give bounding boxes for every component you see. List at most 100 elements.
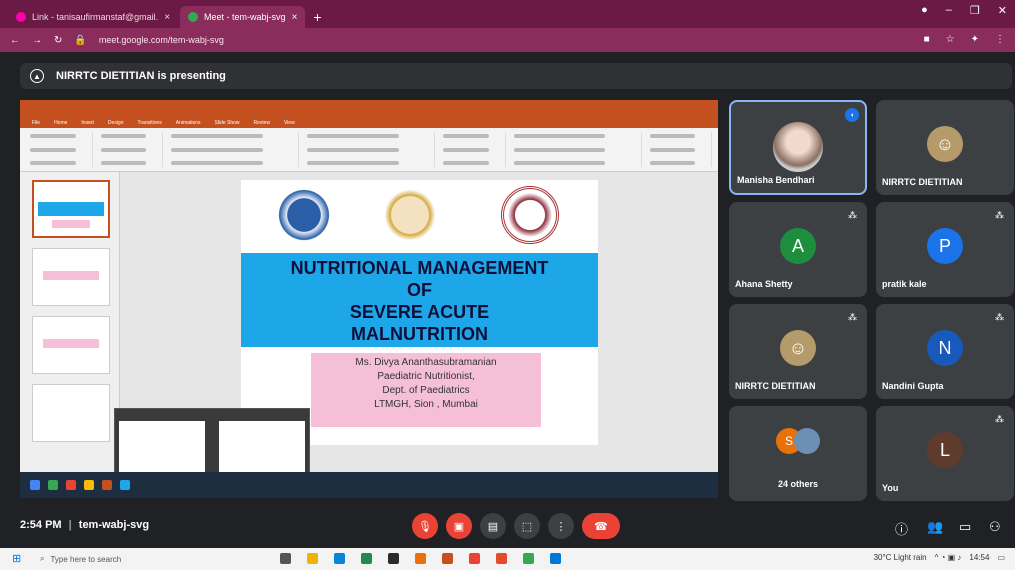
more-options-button[interactable]: ⋮ — [548, 513, 574, 539]
meeting-code: tem-wabj-svg — [78, 519, 150, 531]
meet-favicon-icon — [188, 12, 199, 22]
forward-icon[interactable]: → — [32, 35, 42, 46]
captions-button[interactable]: ▤ — [480, 513, 506, 539]
participant-photo — [773, 122, 823, 172]
speaking-indicator-icon: ◖ — [845, 108, 859, 122]
system-tray: 30°C Light rain ^ ◔ ▣ ♪ 14:54 ▭ — [874, 553, 1005, 562]
participant-tile[interactable]: N ⁂ Nandini Gupta — [876, 304, 1014, 399]
weather-text[interactable]: 30°C Light rain — [874, 553, 927, 562]
ppt-ribbon — [20, 128, 718, 172]
window-preview[interactable] — [119, 421, 205, 477]
slide-title: NUTRITIONAL MANAGEMENT OF SEVERE ACUTE M… — [241, 253, 598, 347]
participant-name: Nandini Gupta — [882, 381, 944, 391]
task-view-icon[interactable] — [280, 553, 291, 564]
participant-avatar: N — [927, 330, 963, 366]
mic-off-icon: ⁂ — [995, 210, 1004, 220]
shared-screen: File Home Insert Design Transitions Animation… — [20, 100, 718, 498]
clock[interactable]: 14:54 — [969, 553, 989, 562]
profile-icon[interactable]: ● — [921, 4, 928, 17]
tab-label: Meet - tem-wabj-svg — [204, 12, 286, 22]
star-icon[interactable]: ☆ — [946, 34, 955, 45]
participant-tile[interactable]: ☺ NIRRTC DIETITIAN — [876, 100, 1014, 195]
minimize-button[interactable]: – — [946, 4, 952, 17]
tab-close-icon[interactable]: × — [292, 12, 298, 23]
participant-name: 24 others — [777, 479, 819, 489]
participant-tile[interactable]: P ⁂ pratik kale — [876, 202, 1014, 297]
slide-thumbnail[interactable] — [32, 248, 110, 306]
participant-tile[interactable]: ◖ Manisha Bendhari — [729, 100, 867, 195]
participant-name: Manisha Bendhari — [737, 175, 815, 185]
people-icon[interactable]: 👥 — [927, 519, 943, 535]
camera-toggle-button[interactable]: ▣ — [446, 513, 472, 539]
info-icon[interactable]: ⓘ — [895, 519, 908, 538]
app-icon[interactable] — [388, 553, 399, 564]
camera-icon[interactable]: ■ — [924, 34, 930, 45]
participant-avatar: P — [927, 228, 963, 264]
leave-call-button[interactable]: ☎ — [582, 513, 620, 539]
browser-tab-link[interactable]: Link - tanisaufirmanstaf@gmail. × — [8, 6, 178, 28]
search-placeholder: Type here to search — [50, 554, 122, 564]
powerpoint-icon[interactable] — [442, 553, 453, 564]
mic-off-icon: ⁂ — [995, 414, 1004, 424]
app-icon[interactable] — [496, 553, 507, 564]
institute-logo-icon — [275, 186, 333, 244]
shared-taskbar — [20, 472, 718, 498]
taskbar-search[interactable]: ⌕ Type here to search — [40, 551, 240, 567]
current-slide: NUTRITIONAL MANAGEMENT OF SEVERE ACUTE M… — [241, 180, 598, 445]
windows-start-icon[interactable]: ⊞ — [12, 552, 21, 565]
others-tile[interactable]: S 24 others — [729, 406, 867, 501]
chrome-icon[interactable] — [523, 553, 534, 564]
present-button[interactable]: ⬚ — [514, 513, 540, 539]
taskbar-preview-popup[interactable] — [114, 408, 310, 482]
extension-icons: ■ ☆ ✦ ⋮ — [924, 34, 1005, 45]
mic-toggle-button[interactable]: 🎙 — [412, 513, 438, 539]
meeting-time: 2:54 PM — [20, 519, 62, 531]
presenter-info: Ms. Divya Ananthasubramanian Paediatric … — [311, 353, 541, 427]
child-nutrition-logo-icon — [381, 186, 439, 244]
presenting-banner: ▲ NIRRTC DIETITIAN is presenting — [20, 63, 1012, 89]
menu-icon[interactable]: ⋮ — [995, 34, 1005, 45]
browser-tab-meet[interactable]: Meet - tem-wabj-svg × — [180, 6, 306, 28]
participant-name: pratik kale — [882, 279, 927, 289]
new-tab-button[interactable]: + — [313, 6, 321, 28]
store-icon[interactable] — [361, 553, 372, 564]
app-icon[interactable] — [415, 553, 426, 564]
address-bar: ← → ↻ 🔒 meet.google.com/tem-wabj-svg ■ ☆… — [0, 28, 1015, 52]
slide-thumbnail[interactable] — [32, 384, 110, 442]
tab-close-icon[interactable]: × — [164, 12, 170, 23]
edge-icon[interactable] — [334, 553, 345, 564]
url-field[interactable]: meet.google.com/tem-wabj-svg — [99, 35, 224, 45]
tab-label: Link - tanisaufirmanstaf@gmail. — [32, 12, 159, 22]
extensions-icon[interactable]: ✦ — [971, 34, 979, 45]
participant-tile[interactable]: A ⁂ Ahana Shetty — [729, 202, 867, 297]
maximize-button[interactable]: ❐ — [970, 4, 980, 17]
slide-thumbnails — [20, 172, 120, 472]
window-preview[interactable] — [219, 421, 305, 477]
windows-taskbar: ⊞ ⌕ Type here to search 30°C Light rain … — [0, 548, 1015, 570]
participant-name: Ahana Shetty — [735, 279, 793, 289]
meet-control-bar: 2:54 PM | tem-wabj-svg 🎙 ▣ ▤ ⬚ ⋮ ☎ ⓘ 👥 ▭… — [0, 505, 1015, 545]
chrome-icon[interactable] — [469, 553, 480, 564]
participant-tile[interactable]: ☺ ⁂ NIRRTC DIETITIAN — [729, 304, 867, 399]
file-explorer-icon[interactable] — [307, 553, 318, 564]
close-window-button[interactable]: ✕ — [998, 4, 1007, 17]
notifications-icon[interactable]: ▭ — [997, 553, 1005, 562]
presenting-text: NIRRTC DIETITIAN is presenting — [56, 70, 226, 82]
mic-off-icon: ⁂ — [848, 312, 857, 322]
hospital-seal-icon — [501, 186, 559, 244]
participant-name: You — [882, 483, 899, 493]
organization-logo-icon: ☺ — [780, 330, 816, 366]
chat-icon[interactable]: ▭ — [959, 519, 971, 535]
present-icon: ▲ — [30, 69, 44, 83]
window-controls: ● – ❐ ✕ — [921, 4, 1007, 17]
tray-icons[interactable]: ^ ◔ ▣ ♪ — [935, 553, 962, 562]
activities-icon[interactable]: ⚇ — [989, 519, 1001, 535]
participant-name: NIRRTC DIETITIAN — [882, 177, 963, 187]
slide-thumbnail[interactable] — [32, 316, 110, 374]
slide-thumbnail[interactable] — [32, 180, 110, 238]
back-icon[interactable]: ← — [10, 35, 20, 46]
organization-logo-icon: ☺ — [927, 126, 963, 162]
reload-icon[interactable]: ↻ — [54, 35, 62, 46]
self-tile[interactable]: L ⁂ You — [876, 406, 1014, 501]
app-icon[interactable] — [550, 553, 561, 564]
